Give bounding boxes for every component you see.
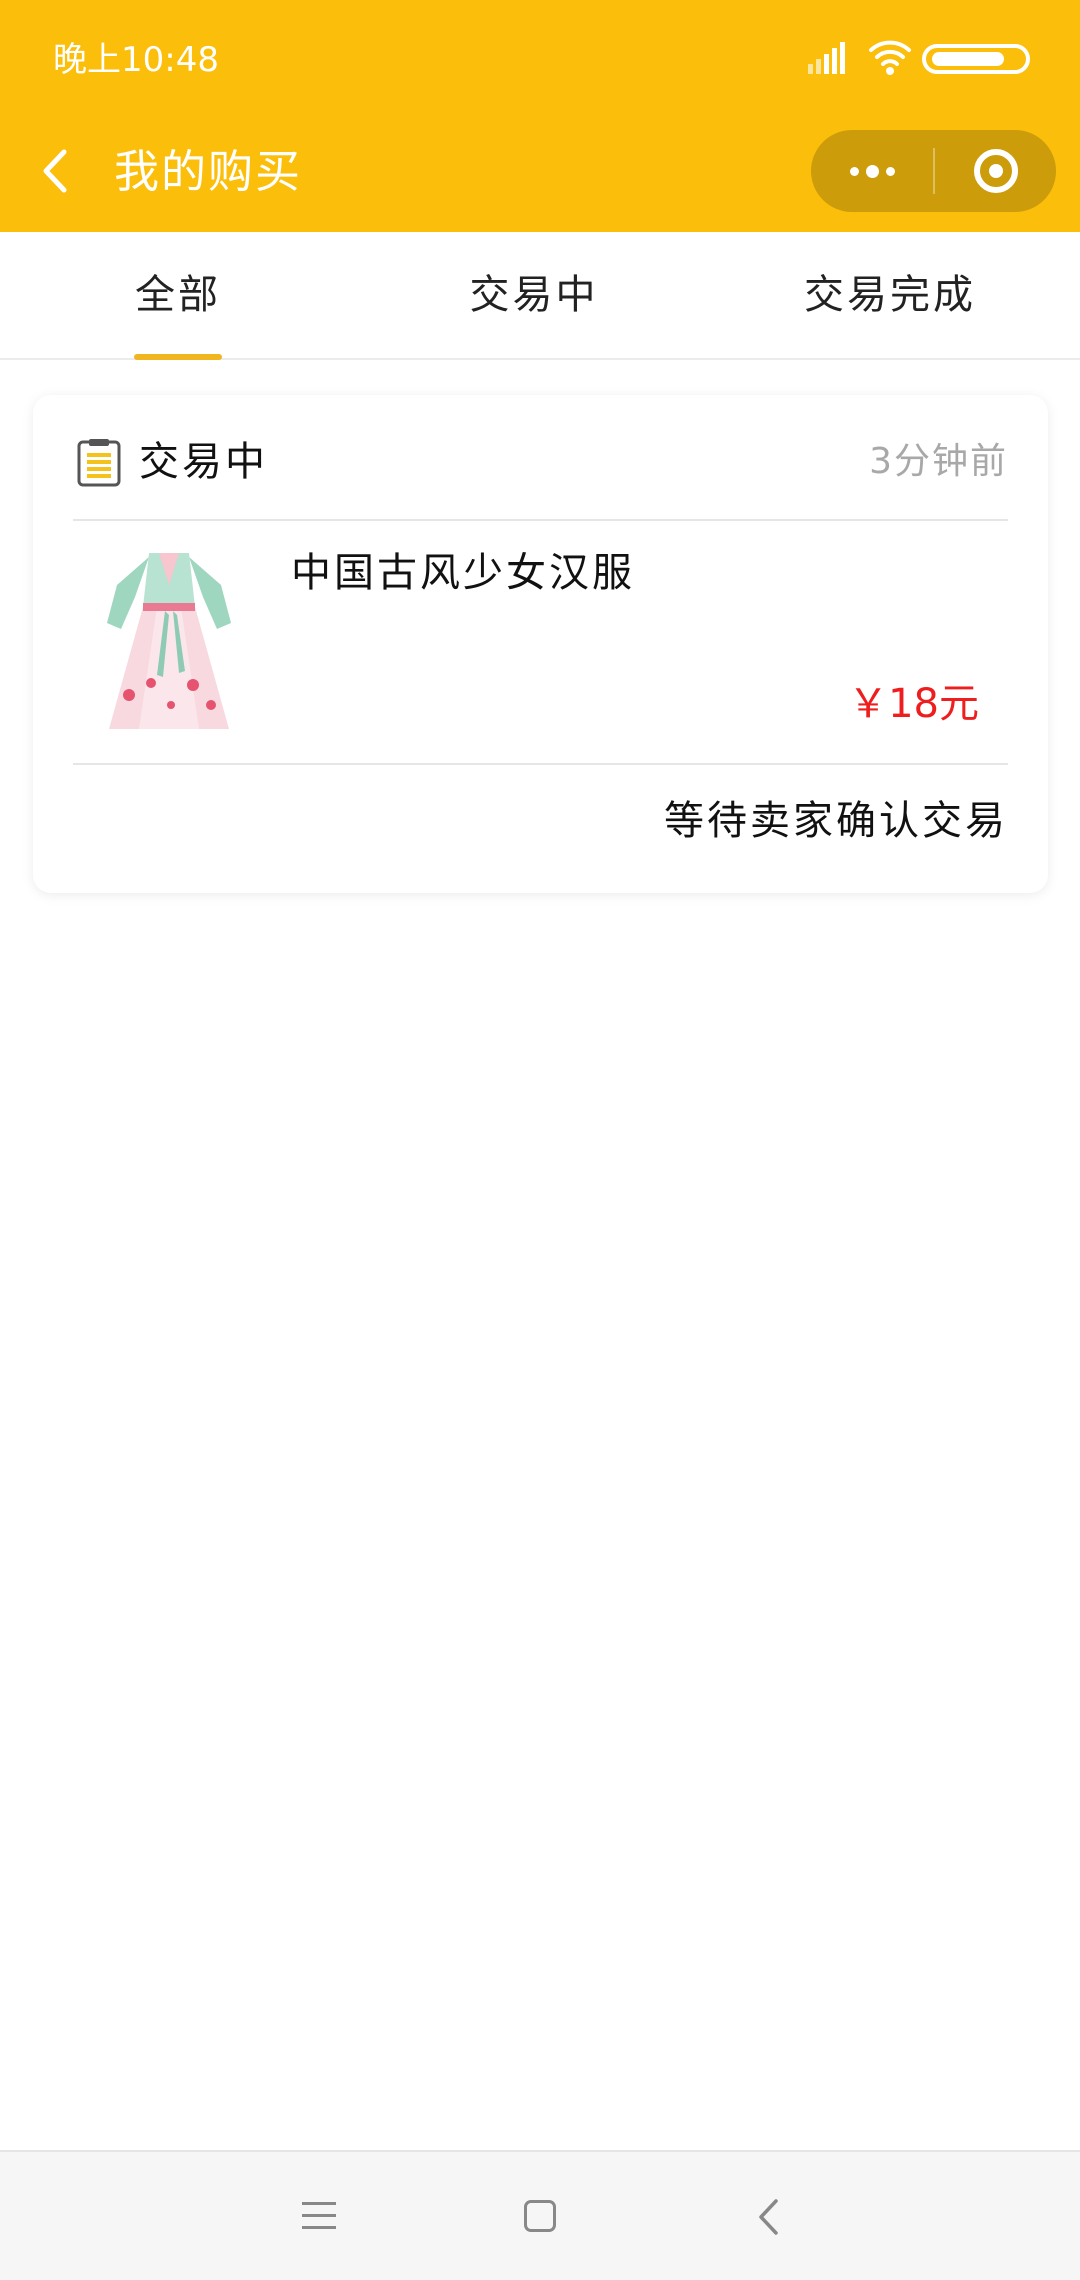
miniprogram-capsule bbox=[811, 130, 1056, 212]
status-icons bbox=[800, 38, 1030, 82]
tab-completed[interactable]: 交易完成 bbox=[800, 232, 980, 358]
back-arrow-icon[interactable] bbox=[34, 144, 78, 198]
order-card[interactable]: 交易中 3分钟前 中国古风少女汉服 ￥18元 等待卖家确认交易 bbox=[33, 395, 1048, 893]
home-square-icon[interactable] bbox=[524, 2200, 556, 2232]
status-time: 晚上10:48 bbox=[53, 40, 219, 80]
tab-active-indicator bbox=[134, 354, 222, 360]
order-time: 3分钟前 bbox=[869, 441, 1008, 482]
divider bbox=[73, 763, 1008, 765]
order-tabs: 全部 交易中 交易完成 bbox=[0, 232, 1080, 360]
order-footer-status: 等待卖家确认交易 bbox=[664, 798, 1008, 844]
page-title: 我的购买 bbox=[114, 145, 303, 198]
divider bbox=[73, 519, 1008, 521]
tab-all[interactable]: 全部 bbox=[128, 232, 228, 358]
order-status: 交易中 bbox=[139, 439, 268, 485]
hanfu-dress-image bbox=[107, 553, 231, 729]
capsule-divider bbox=[933, 148, 935, 194]
product-name: 中国古风少女汉服 bbox=[291, 550, 635, 596]
miniprogram-close-icon[interactable] bbox=[974, 149, 1018, 193]
document-icon bbox=[77, 439, 121, 487]
app-header: 晚上10:48 我的购买 bbox=[0, 0, 1080, 232]
product-price: ￥18元 bbox=[848, 681, 979, 727]
tab-in-progress[interactable]: 交易中 bbox=[464, 232, 604, 358]
system-back-icon[interactable] bbox=[756, 2198, 782, 2236]
battery-icon bbox=[922, 44, 1030, 74]
menu-icon[interactable] bbox=[302, 2202, 336, 2232]
wifi-icon bbox=[869, 40, 911, 75]
system-navigation-bar bbox=[0, 2150, 1080, 2280]
more-dots-icon[interactable] bbox=[811, 130, 933, 212]
signal-icon bbox=[808, 42, 845, 74]
